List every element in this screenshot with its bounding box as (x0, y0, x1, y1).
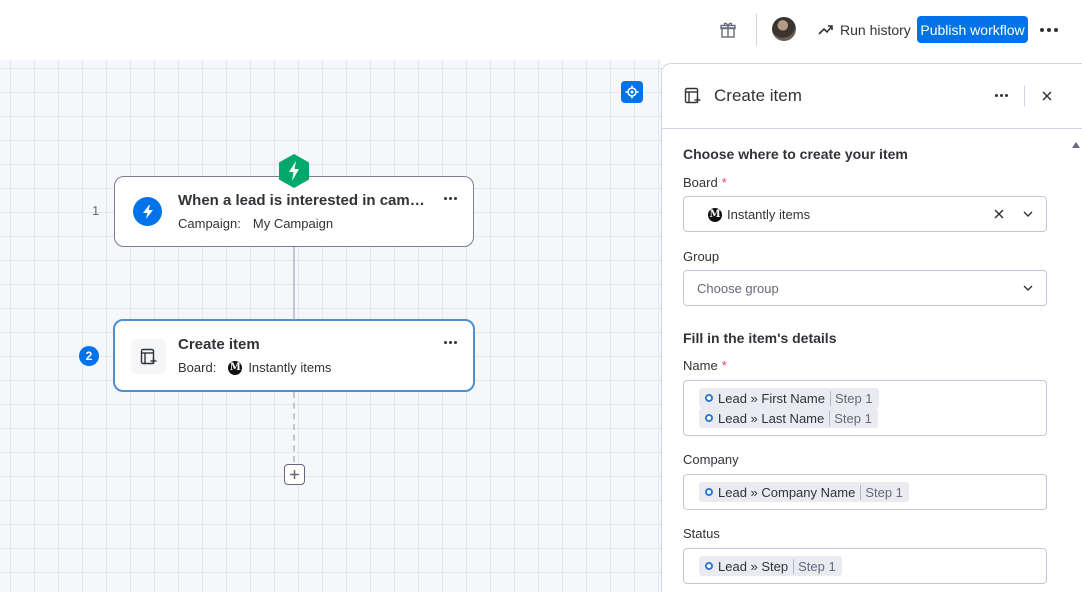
status-label: Status (683, 526, 720, 541)
step-subtitle: Board: M Instantly items (178, 360, 331, 375)
create-item-icon (131, 339, 166, 374)
chip-text: Lead » Step (718, 558, 789, 574)
step-sub-label: Board: (178, 360, 217, 375)
panel-header: Create item (662, 64, 1082, 129)
chevron-down-icon[interactable] (1022, 208, 1034, 220)
lightning-icon (133, 197, 162, 226)
name-field[interactable]: Lead » First Name Step 1 Lead » Last Nam… (683, 380, 1047, 436)
step-subtitle: Campaign: My Campaign (178, 216, 333, 231)
step-number-badge: 2 (79, 346, 99, 366)
required-mark: * (721, 175, 727, 190)
chip-step: Step 1 (829, 410, 872, 426)
name-label: Name * (683, 358, 727, 373)
chip-step: Step 1 (829, 390, 873, 406)
chip-text: Lead » Company Name (718, 484, 856, 500)
scroll-up-icon[interactable] (1072, 142, 1080, 148)
board-label: Board * (683, 175, 727, 190)
connector-line (293, 246, 295, 320)
step-sub-value: Instantly items (248, 360, 332, 375)
chevron-down-icon[interactable] (1022, 282, 1034, 294)
variable-icon (705, 394, 713, 402)
panel-more-icon[interactable] (995, 94, 1008, 97)
trend-icon (818, 25, 833, 35)
trigger-badge-icon (279, 154, 309, 188)
run-history-label: Run history (840, 22, 911, 38)
section-title: Fill in the item's details (683, 330, 837, 346)
step-title: When a lead is interested in campaign (178, 192, 428, 209)
board-select[interactable]: M Instantly items (683, 196, 1047, 232)
publish-workflow-button[interactable]: Publish workflow (917, 16, 1028, 43)
close-icon[interactable] (1039, 88, 1055, 104)
variable-icon (705, 488, 713, 496)
board-logo-icon: M (708, 207, 722, 222)
name-label-text: Name (683, 358, 718, 373)
step-sub-value: My Campaign (252, 216, 334, 231)
panel-title: Create item (714, 86, 802, 105)
step-more-icon[interactable] (444, 197, 457, 200)
variable-chip[interactable]: Lead » Company Name Step 1 (699, 482, 909, 502)
avatar[interactable] (772, 17, 796, 41)
board-logo-icon: M (228, 360, 243, 375)
required-mark: * (721, 358, 727, 373)
board-label-text: Board (683, 175, 718, 190)
chip-text: Lead » Last Name (718, 410, 825, 426)
top-bar: Run history Publish workflow (0, 0, 1082, 60)
variable-icon (705, 414, 713, 422)
action-step-card[interactable]: Create item Board: M Instantly items (113, 319, 475, 392)
company-label: Company (683, 452, 739, 467)
board-select-value: M Instantly items (708, 207, 810, 222)
group-placeholder: Choose group (697, 281, 779, 296)
status-field[interactable]: Lead » Step Step 1 (683, 548, 1047, 584)
more-horizontal-icon[interactable] (1036, 18, 1062, 42)
plus-icon (290, 470, 299, 479)
chip-step: Step 1 (793, 558, 836, 574)
chip-step: Step 1 (860, 484, 903, 500)
step-config-panel: Create item Choose where to create your … (661, 63, 1082, 592)
section-title: Choose where to create your item (683, 146, 908, 162)
divider (756, 14, 757, 46)
divider (1024, 86, 1025, 106)
step-more-icon[interactable] (444, 341, 457, 344)
variable-chip[interactable]: Lead » Step Step 1 (699, 556, 842, 576)
company-field[interactable]: Lead » Company Name Step 1 (683, 474, 1047, 510)
gift-icon[interactable] (718, 20, 738, 40)
chip-text: Lead » First Name (718, 390, 825, 406)
variable-chip[interactable]: Lead » Last Name Step 1 (699, 408, 878, 428)
step-number: 1 (92, 203, 100, 218)
clear-icon[interactable] (993, 208, 1005, 220)
run-history-button[interactable]: Run history (812, 16, 917, 44)
board-value: Instantly items (727, 207, 811, 222)
step-sub-label: Campaign: (178, 216, 241, 231)
connector-dashed (293, 392, 295, 462)
variable-icon (705, 562, 713, 570)
create-item-icon (684, 87, 701, 104)
add-step-button[interactable] (284, 464, 305, 485)
group-label: Group (683, 249, 720, 264)
recenter-icon[interactable] (621, 81, 643, 103)
step-title: Create item (178, 336, 260, 353)
group-select[interactable]: Choose group (683, 270, 1047, 306)
variable-chip[interactable]: Lead » First Name Step 1 (699, 388, 879, 408)
